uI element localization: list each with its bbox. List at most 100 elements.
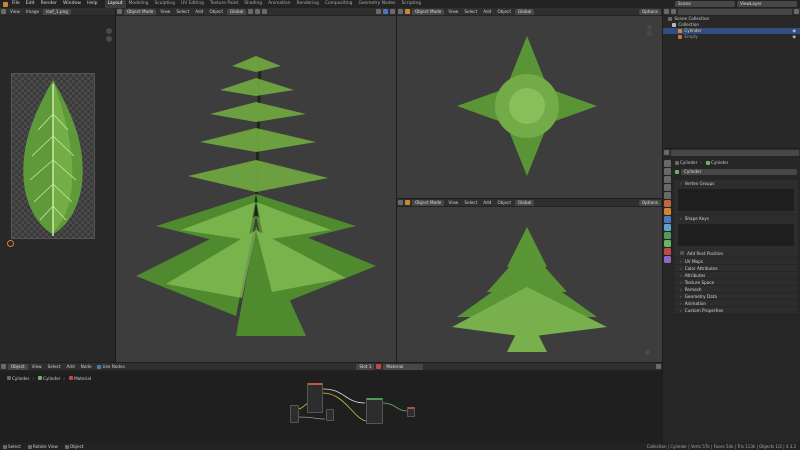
modifier-tab-icon[interactable] — [664, 216, 671, 223]
tab-sculpting[interactable]: Sculpting — [151, 0, 178, 8]
section-uv-maps[interactable]: UV Maps — [674, 257, 798, 264]
outliner-item-empty[interactable]: Empty ◉ — [663, 34, 800, 40]
menu-add[interactable]: Add — [195, 9, 203, 14]
add-rest-position-checkbox[interactable] — [680, 251, 684, 255]
menu-render[interactable]: Render — [38, 0, 60, 8]
pan-hand-icon[interactable] — [106, 36, 112, 42]
visibility-eye-icon[interactable]: ◉ — [792, 34, 796, 40]
section-shape-keys[interactable]: Shape Keys — [674, 214, 798, 221]
tab-rendering[interactable]: Rendering — [293, 0, 321, 8]
menu-object[interactable]: Object — [497, 200, 511, 205]
blender-logo-icon[interactable] — [3, 1, 8, 7]
editor-type-icon[interactable] — [398, 9, 403, 14]
material-selector[interactable]: Material — [383, 363, 424, 370]
menu-view[interactable]: View — [160, 9, 170, 14]
pan-hand-icon[interactable] — [646, 31, 652, 36]
tab-geometry-nodes[interactable]: Geometry Nodes — [355, 0, 398, 8]
2d-cursor-icon[interactable] — [7, 240, 14, 247]
properties-search-input[interactable] — [671, 149, 799, 156]
material-output-node[interactable] — [407, 407, 415, 417]
shader-node-editor[interactable]: Object View Select Add Node Use Nodes Sl… — [0, 363, 662, 443]
snap-icon[interactable] — [255, 9, 261, 14]
menu-add[interactable]: Add — [483, 9, 491, 14]
texture-node[interactable] — [307, 383, 323, 413]
section-custom-properties[interactable]: Custom Properties — [674, 306, 798, 313]
section-color-attributes[interactable]: Color Attributes — [674, 264, 798, 271]
perspective-viewport[interactable]: Object Mode View Select Add Object Globa… — [397, 199, 662, 362]
menu-view[interactable]: View — [10, 9, 20, 14]
menu-add[interactable]: Add — [67, 364, 75, 369]
material-shading-icon[interactable] — [390, 9, 395, 14]
menu-file[interactable]: File — [9, 0, 23, 8]
image-texture-node[interactable] — [290, 405, 299, 423]
particles-tab-icon[interactable] — [664, 224, 671, 231]
overlay-icon[interactable] — [376, 9, 381, 14]
top-view-viewport[interactable]: Object Mode View Select Add Object Globa… — [397, 8, 662, 198]
outliner-search-input[interactable] — [678, 8, 792, 15]
editor-type-icon[interactable] — [398, 200, 403, 205]
slot-selector[interactable]: Slot 1 — [356, 363, 375, 370]
tab-texture-paint[interactable]: Texture Paint — [207, 0, 241, 8]
view-layer-tab-icon[interactable] — [664, 184, 671, 191]
mode-selector[interactable]: Object Mode — [124, 8, 157, 15]
tab-layout[interactable]: Layout — [104, 0, 126, 8]
active-tool-icon[interactable] — [405, 200, 410, 205]
texture-tab-icon[interactable] — [664, 256, 671, 263]
menu-node[interactable]: Node — [81, 364, 92, 369]
tool-tab-icon[interactable] — [664, 160, 671, 167]
menu-window[interactable]: Window — [60, 0, 84, 8]
tab-scripting[interactable]: Scripting — [398, 0, 424, 8]
menu-select[interactable]: Select — [176, 9, 189, 14]
zoom-icon[interactable] — [646, 25, 652, 30]
options-button[interactable]: Options — [638, 199, 661, 206]
world-tab-icon[interactable] — [664, 200, 671, 207]
menu-view[interactable]: View — [32, 364, 42, 369]
physics-tab-icon[interactable] — [664, 232, 671, 239]
proportional-edit-icon[interactable] — [262, 9, 268, 14]
scene-tab-icon[interactable] — [664, 192, 671, 199]
menu-select[interactable]: Select — [464, 9, 477, 14]
tab-animation[interactable]: Animation — [265, 0, 293, 8]
orientation-selector[interactable]: Global — [515, 8, 535, 15]
editor-type-icon[interactable] — [1, 9, 6, 14]
material-tab-icon[interactable] — [664, 248, 671, 255]
object-tab-icon[interactable] — [664, 208, 671, 215]
menu-select[interactable]: Select — [464, 200, 477, 205]
section-attributes[interactable]: Attributes — [674, 271, 798, 278]
filter-icon[interactable] — [671, 9, 676, 14]
zoom-icon[interactable] — [106, 28, 112, 34]
vertex-groups-list[interactable] — [678, 189, 794, 211]
options-button[interactable]: Options — [638, 8, 661, 15]
shader-type-selector[interactable]: Object — [8, 363, 28, 370]
section-texture-space[interactable]: Texture Space — [674, 278, 798, 285]
viewlayer-selector[interactable]: ViewLayer — [737, 1, 797, 7]
menu-object[interactable]: Object — [497, 9, 511, 14]
image-name-field[interactable]: leaf_1.png — [43, 8, 71, 15]
section-geometry-data[interactable]: Geometry Data — [674, 292, 798, 299]
pin-icon[interactable] — [656, 364, 661, 369]
editor-type-icon[interactable] — [664, 9, 669, 14]
mode-selector[interactable]: Object Mode — [412, 8, 445, 15]
shape-keys-list[interactable] — [678, 224, 794, 246]
scene-selector[interactable]: Scene — [675, 1, 735, 7]
funnel-icon[interactable] — [794, 9, 799, 14]
tab-shading[interactable]: Shading — [241, 0, 265, 8]
tab-compositing[interactable]: Compositing — [322, 0, 356, 8]
solid-shading-icon[interactable] — [383, 9, 388, 14]
main-viewport[interactable]: Object Mode View Select Add Object Globa… — [116, 8, 396, 362]
editor-type-icon[interactable] — [664, 150, 669, 155]
menu-view[interactable]: View — [448, 200, 458, 205]
menu-select[interactable]: Select — [48, 364, 61, 369]
menu-help[interactable]: Help — [84, 0, 100, 8]
render-tab-icon[interactable] — [664, 168, 671, 175]
math-node[interactable] — [326, 409, 334, 421]
menu-view[interactable]: View — [448, 9, 458, 14]
mode-selector[interactable]: Object Mode — [412, 199, 445, 206]
tab-modeling[interactable]: Modeling — [126, 0, 152, 8]
tab-uv-editing[interactable]: UV Editing — [178, 0, 207, 8]
editor-type-icon[interactable] — [1, 364, 6, 369]
section-remesh[interactable]: Remesh — [674, 285, 798, 292]
use-nodes-checkbox[interactable] — [96, 364, 101, 369]
principled-bsdf-node[interactable] — [366, 398, 383, 424]
section-vertex-groups[interactable]: Vertex Groups — [674, 179, 798, 186]
